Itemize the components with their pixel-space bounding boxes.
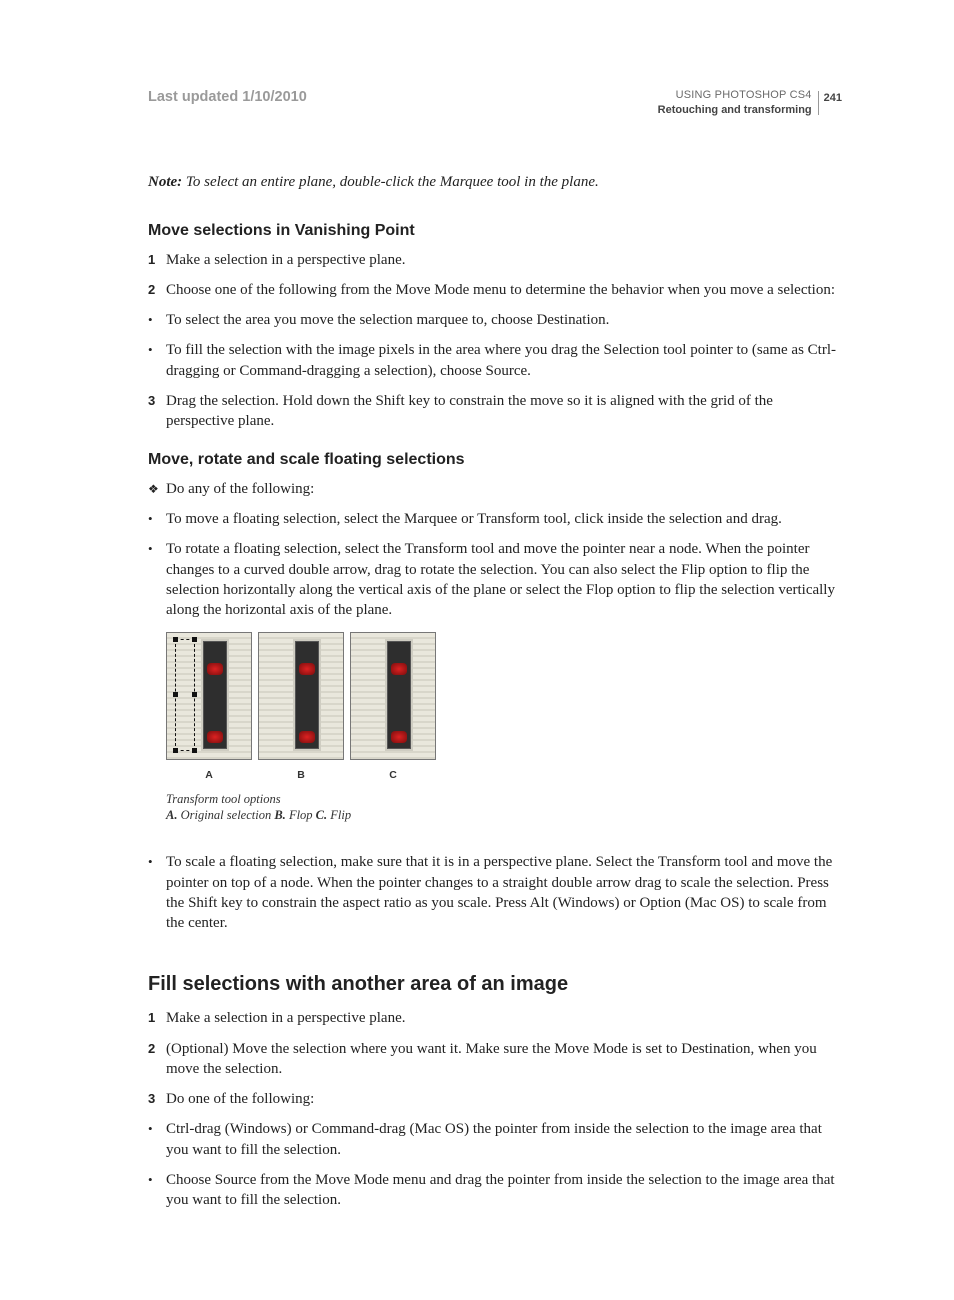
page-number: 241 [824, 92, 842, 104]
bullet-text: To move a floating selection, select the… [166, 509, 842, 529]
step-marker: 1 [148, 1008, 166, 1027]
section-head-fill-selections: Fill selections with another area of an … [148, 971, 842, 998]
figure-row [166, 632, 842, 760]
bullet-text: Choose Source from the Move Mode menu an… [166, 1170, 842, 1211]
step-marker: 3 [148, 391, 166, 410]
bullet-marker: • [148, 1170, 166, 1189]
bullet-text: To scale a floating selection, make sure… [166, 852, 842, 933]
step-text: Do one of the following: [166, 1089, 842, 1109]
bullet-marker: • [148, 539, 166, 558]
caption-val-b: Flop [286, 808, 316, 822]
header-divider: 241 [818, 91, 842, 115]
doc-title: USING PHOTOSHOP CS4 [676, 89, 812, 101]
last-updated: Last updated 1/10/2010 [148, 88, 307, 108]
list-item: 3Drag the selection. Hold down the Shift… [148, 391, 842, 432]
caption-title: Transform tool options [166, 792, 281, 806]
step-text: Do any of the following: [166, 479, 842, 499]
bullet-text: Ctrl-drag (Windows) or Command-drag (Mac… [166, 1119, 842, 1160]
list-item: ❖Do any of the following: [148, 479, 842, 499]
sec1-list: 1Make a selection in a perspective plane… [148, 250, 842, 432]
list-item: 2Choose one of the following from the Mo… [148, 280, 842, 300]
step-marker: 2 [148, 280, 166, 299]
list-item: 2(Optional) Move the selection where you… [148, 1039, 842, 1080]
bullet-marker: • [148, 1119, 166, 1138]
sec3-list: 1Make a selection in a perspective plane… [148, 1008, 842, 1210]
figure-tile-b [258, 632, 344, 760]
list-item: •Choose Source from the Move Mode menu a… [148, 1170, 842, 1211]
sec2-after-list: •To scale a floating selection, make sur… [148, 852, 842, 933]
caption-val-a: Original selection [177, 808, 274, 822]
caption-key-c: C. [316, 808, 327, 822]
figure-caption: Transform tool options A. Original selec… [166, 791, 842, 825]
caption-key-b: B. [274, 808, 285, 822]
note-label: Note: [148, 174, 182, 190]
figure-label-b: B [258, 768, 344, 782]
step-text: Choose one of the following from the Mov… [166, 280, 842, 300]
subhead-move-selections: Move selections in Vanishing Point [148, 220, 842, 242]
list-item: •To rotate a floating selection, select … [148, 539, 842, 620]
bullet-text: To fill the selection with the image pix… [166, 340, 842, 381]
bullet-marker: • [148, 310, 166, 329]
diamond-marker: ❖ [148, 479, 166, 497]
list-item: •Ctrl-drag (Windows) or Command-drag (Ma… [148, 1119, 842, 1160]
note: Note: To select an entire plane, double-… [148, 172, 842, 192]
list-item: •To move a floating selection, select th… [148, 509, 842, 529]
bullet-marker: • [148, 509, 166, 528]
step-marker: 1 [148, 250, 166, 269]
figure-tile-a [166, 632, 252, 760]
step-marker: 2 [148, 1039, 166, 1058]
list-item: 1Make a selection in a perspective plane… [148, 250, 842, 270]
caption-val-c: Flip [327, 808, 351, 822]
figure-label-c: C [350, 768, 436, 782]
bullet-marker: • [148, 340, 166, 359]
list-item: 3 Do one of the following: [148, 1089, 842, 1109]
step-text: Make a selection in a perspective plane. [166, 1008, 842, 1028]
step-text: (Optional) Move the selection where you … [166, 1039, 842, 1080]
figure-label-a: A [166, 768, 252, 782]
figure-transform-options: A B C [166, 632, 842, 782]
note-text: To select an entire plane, double-click … [182, 174, 599, 190]
list-item: 1Make a selection in a perspective plane… [148, 1008, 842, 1028]
list-item: •To fill the selection with the image pi… [148, 340, 842, 381]
subhead-move-rotate-scale: Move, rotate and scale floating selectio… [148, 449, 842, 471]
bullet-text: To select the area you move the selectio… [166, 310, 842, 330]
sec2-list: ❖Do any of the following: •To move a flo… [148, 479, 842, 621]
page-header: Last updated 1/10/2010 USING PHOTOSHOP C… [148, 88, 842, 118]
list-item: •To scale a floating selection, make sur… [148, 852, 842, 933]
caption-key-a: A. [166, 808, 177, 822]
header-right: USING PHOTOSHOP CS4 Retouching and trans… [658, 88, 842, 118]
step-marker: 3 [148, 1089, 166, 1108]
list-item: •To select the area you move the selecti… [148, 310, 842, 330]
step-text: Drag the selection. Hold down the Shift … [166, 391, 842, 432]
section-title: Retouching and transforming [658, 104, 812, 116]
figure-labels: A B C [166, 768, 842, 782]
selection-marquee-icon [175, 639, 195, 751]
bullet-marker: • [148, 852, 166, 871]
bullet-text: To rotate a floating selection, select t… [166, 539, 842, 620]
step-text: Make a selection in a perspective plane. [166, 250, 842, 270]
figure-tile-c [350, 632, 436, 760]
